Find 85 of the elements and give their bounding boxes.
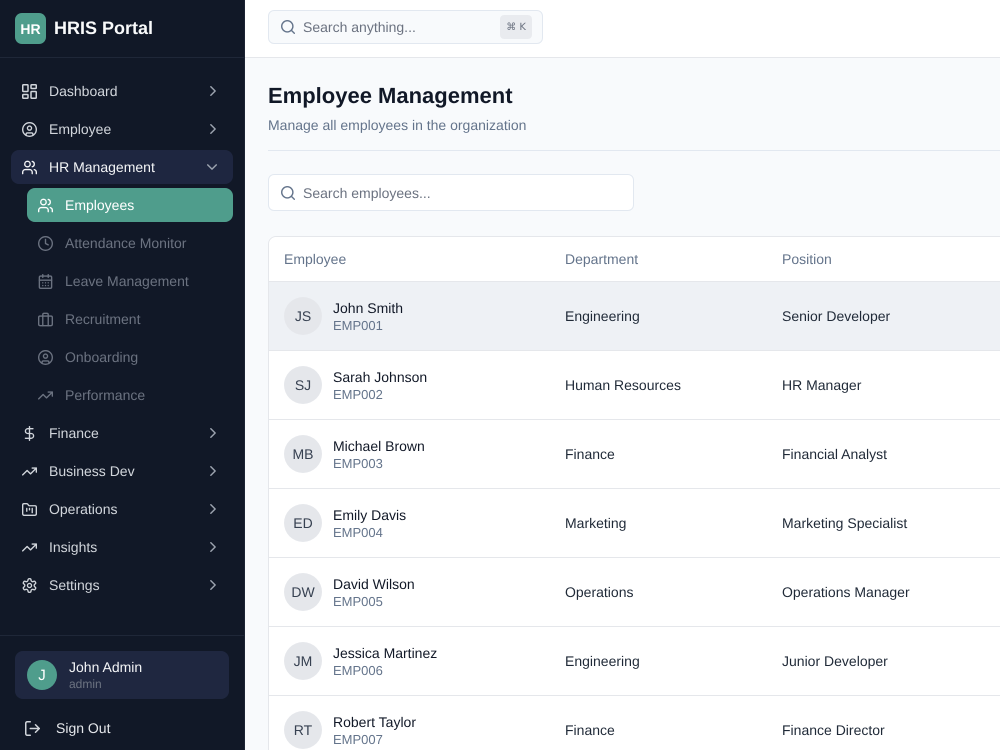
position-title: Senior Developer: [782, 308, 890, 324]
position-title: Operations Manager: [782, 584, 910, 600]
briefcase-icon: [38, 312, 53, 326]
grid-icon: [22, 84, 37, 98]
nav-item[interactable]: Operations: [11, 492, 233, 526]
user-circle-icon: [38, 350, 53, 364]
chevron-right-icon: [210, 504, 216, 514]
shortcut-key: ⌘ K: [500, 15, 532, 39]
position-title: HR Manager: [782, 377, 862, 393]
employee-id: EMP005: [333, 592, 384, 610]
user-avatar: J: [27, 660, 57, 690]
nav-item[interactable]: Dashboard: [11, 74, 233, 108]
chevron-right-icon: [210, 466, 216, 476]
column-header: Department: [565, 251, 638, 267]
employee-name: Jessica Martinez: [333, 644, 438, 662]
users-icon: [38, 198, 53, 212]
nav-item[interactable]: Finance: [11, 416, 233, 450]
nav-item[interactable]: Business Dev: [11, 454, 233, 488]
user-name: John Admin: [69, 658, 142, 676]
employee-name: Emily Davis: [333, 506, 406, 524]
chevron-down-icon: [207, 164, 217, 170]
sign-out-button[interactable]: Sign Out: [15, 711, 120, 745]
avatar: RT: [284, 711, 322, 749]
position-title: Finance Director: [782, 722, 885, 738]
position-title: Junior Developer: [782, 653, 888, 669]
logout-icon: [25, 720, 40, 736]
nav-item[interactable]: Insights: [11, 530, 233, 564]
employee-name: Michael Brown: [333, 436, 425, 454]
chevron-right-icon: [210, 542, 216, 552]
employee-id: EMP002: [333, 386, 384, 402]
avatar: JS: [284, 297, 322, 335]
department-name: Human Resources: [565, 377, 681, 393]
user-circle-icon: [22, 122, 37, 136]
settings-icon: [22, 578, 37, 592]
avatar: ED: [284, 504, 322, 542]
search-icon: [281, 20, 295, 34]
position-title: Financial Analyst: [782, 446, 888, 462]
search-field[interactable]: Search employees...: [268, 174, 634, 211]
chevron-right-icon: [210, 124, 216, 134]
calendar-icon: [38, 274, 53, 288]
clock-icon: [38, 236, 53, 250]
avatar: DW: [284, 573, 322, 611]
employee-name: David Wilson: [333, 574, 415, 592]
nav-subitem[interactable]: Leave Management: [27, 264, 233, 298]
chevron-right-icon: [210, 580, 216, 590]
employee-id: EMP007: [333, 730, 384, 748]
users-icon: [22, 160, 37, 174]
avatar: MB: [284, 435, 322, 473]
column-header: Position: [782, 251, 832, 267]
avatar: JM: [284, 642, 322, 680]
employee-id: EMP004: [333, 524, 384, 540]
nav-item[interactable]: Settings: [11, 568, 233, 602]
position-title: Marketing Specialist: [782, 515, 908, 531]
search-icon: [281, 186, 295, 200]
department-name: Engineering: [565, 653, 640, 669]
department-name: Finance: [565, 722, 615, 738]
avatar: SJ: [284, 366, 322, 404]
employee-id: EMP003: [333, 454, 384, 472]
user-card[interactable]: J John Admin admin: [15, 651, 229, 699]
nav-item[interactable]: HR Management: [11, 150, 233, 184]
page-title: Employee Management: [268, 82, 514, 110]
chevron-right-icon: [210, 86, 216, 96]
nav-subitem[interactable]: Performance: [27, 378, 233, 412]
app-title: HRIS Portal: [54, 18, 154, 39]
employee-name: Sarah Johnson: [333, 368, 428, 386]
folder-chart-icon: [22, 502, 37, 516]
dollar-icon: [22, 426, 37, 440]
nav-subitem[interactable]: Recruitment: [27, 302, 233, 336]
logo-badge: HR: [15, 13, 46, 44]
department-name: Finance: [565, 446, 615, 462]
employee-id: EMP001: [333, 316, 384, 334]
table-row[interactable]: JS John Smith EMP001 Engineering Senior Developer: [269, 282, 1000, 351]
department-name: Operations: [565, 584, 634, 600]
nav-subitem[interactable]: Onboarding: [27, 340, 233, 374]
nav-item[interactable]: Employee: [11, 112, 233, 146]
user-role: admin: [69, 676, 103, 692]
column-header: Employee: [284, 251, 346, 267]
chevron-right-icon: [210, 428, 216, 438]
department-name: Marketing: [565, 515, 626, 531]
employee-id: EMP006: [333, 662, 384, 678]
nav-subitem[interactable]: Attendance Monitor: [27, 226, 233, 260]
employee-name: Robert Taylor: [333, 712, 416, 730]
department-name: Engineering: [565, 308, 640, 324]
page-subtitle: Manage all employees in the organization: [268, 116, 528, 135]
employee-name: John Smith: [333, 298, 404, 316]
